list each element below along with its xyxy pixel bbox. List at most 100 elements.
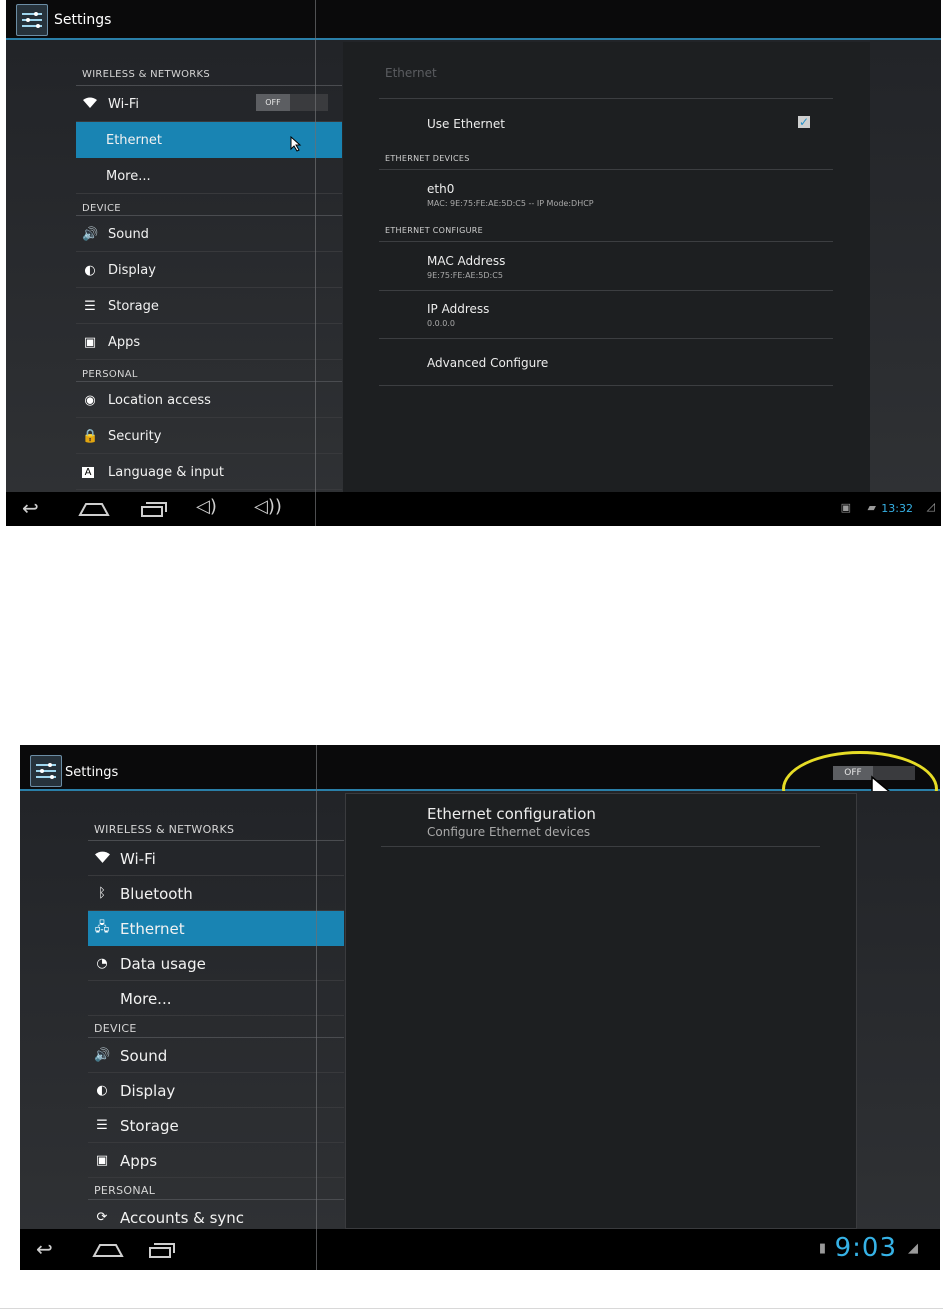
- section-header-device: DEVICE: [88, 1016, 344, 1038]
- divider: [379, 241, 833, 242]
- advanced-configure-row[interactable]: Advanced Configure: [427, 356, 548, 370]
- app-title: Settings: [54, 12, 112, 28]
- brightness-icon: ◐: [96, 1083, 108, 1098]
- ip-address-title: IP Address: [427, 302, 490, 316]
- use-ethernet-label: Use Ethernet: [427, 117, 505, 131]
- advanced-configure-label: Advanced Configure: [427, 356, 549, 370]
- sidebar-item-ethernet[interactable]: 🖧 Ethernet: [88, 911, 344, 946]
- mouse-cursor-icon: [290, 136, 302, 152]
- sidebar-item-label: Storage: [120, 1116, 179, 1135]
- recent-apps-icon[interactable]: [140, 501, 168, 517]
- ethernet-configuration-title: Ethernet configuration: [427, 805, 596, 823]
- settings-app-icon[interactable]: [30, 755, 62, 787]
- sidebar-item-storage[interactable]: ☰ Storage: [88, 1108, 344, 1143]
- ethernet-configuration-row[interactable]: Ethernet configuration Configure Etherne…: [427, 805, 596, 839]
- sidebar-item-bluetooth[interactable]: ᛒ Bluetooth: [88, 876, 344, 911]
- screenshot-ethernet-configuration: Settings OFF WIRELESS & NETWORKS Wi-Fi ᛒ…: [20, 745, 940, 1270]
- ethernet-detail-pane: Ethernet configuration Configure Etherne…: [345, 793, 857, 1229]
- sidebar-item-label: Display: [108, 262, 156, 278]
- use-ethernet-row[interactable]: Use Ethernet: [427, 117, 505, 131]
- detail-title: Ethernet: [385, 66, 437, 80]
- sidebar-item-security[interactable]: 🔒 Security: [76, 418, 342, 454]
- toggle-state: OFF: [256, 94, 290, 111]
- system-nav-bar: ↩ ◁) ◁)) ▣ ▰ 13:32 ◿: [6, 492, 941, 526]
- eth0-row[interactable]: eth0 MAC: 9E:75:FE:AE:5D:C5 -- IP Mode:D…: [427, 182, 594, 208]
- eth0-subtitle: MAC: 9E:75:FE:AE:5D:C5 -- IP Mode:DHCP: [427, 199, 594, 208]
- sidebar-item-label: Apps: [108, 334, 141, 350]
- divider: [379, 338, 833, 339]
- ethernet-icon: 🖧: [94, 919, 110, 935]
- divider: [379, 169, 833, 170]
- sidebar-item-location[interactable]: ◉ Location access: [76, 382, 342, 418]
- sidebar-item-label: Ethernet: [106, 132, 162, 148]
- sidebar-item-apps[interactable]: ▣ Apps: [88, 1143, 344, 1178]
- sidebar-item-display[interactable]: ◐ Display: [76, 252, 342, 288]
- signal-icon: ◢: [908, 1241, 918, 1256]
- section-ethernet-devices: ETHERNET DEVICES: [385, 154, 470, 163]
- divider: [379, 385, 833, 386]
- sidebar-item-sound[interactable]: 🔊 Sound: [76, 216, 342, 252]
- speaker-icon: 🔊: [94, 1048, 111, 1063]
- storage-icon: ☰: [96, 1118, 108, 1133]
- sidebar-item-data-usage[interactable]: ◔ Data usage: [88, 946, 344, 981]
- sidebar-item-display[interactable]: ◐ Display: [88, 1073, 344, 1108]
- status-clock: 13:32: [881, 502, 913, 515]
- mac-address-value: 9E:75:FE:AE:5D:C5: [427, 271, 503, 280]
- sidebar-item-label: Wi-Fi: [120, 849, 156, 868]
- ip-address-row[interactable]: IP Address 0.0.0.0: [427, 302, 489, 328]
- sidebar-item-apps[interactable]: ▣ Apps: [76, 324, 342, 360]
- sidebar-item-label: Sound: [108, 226, 149, 242]
- recent-apps-icon[interactable]: [148, 1242, 176, 1258]
- sidebar-item-label: Storage: [108, 298, 159, 314]
- back-icon[interactable]: ↩: [22, 496, 39, 520]
- sidebar-item-label: Apps: [120, 1151, 158, 1170]
- home-icon[interactable]: [92, 1242, 124, 1258]
- home-icon[interactable]: [78, 501, 110, 517]
- use-ethernet-checkbox[interactable]: ✓: [798, 116, 810, 128]
- divider: [379, 290, 833, 291]
- sidebar-item-wifi[interactable]: Wi-Fi: [88, 841, 344, 876]
- action-bar: Settings OFF: [20, 745, 940, 827]
- apps-icon: ▣: [95, 1153, 109, 1168]
- mac-address-row[interactable]: MAC Address 9E:75:FE:AE:5D:C5: [427, 254, 505, 280]
- overlay-guide-line: [316, 745, 317, 1270]
- sidebar-item-sound[interactable]: 🔊 Sound: [88, 1038, 344, 1073]
- system-nav-bar: ↩ ▮ 9:03 ◢: [20, 1229, 940, 1270]
- ethernet-detail-pane: Ethernet Use Ethernet ✓ ETHERNET DEVICES…: [343, 42, 870, 492]
- sidebar-item-ethernet[interactable]: Ethernet: [76, 122, 342, 158]
- apps-icon: ▣: [83, 334, 97, 350]
- wifi-icon: [94, 851, 110, 867]
- eth0-title: eth0: [427, 182, 455, 196]
- sidebar-item-wifi[interactable]: Wi-Fi OFF: [76, 86, 342, 122]
- bluetooth-icon: ᛒ: [98, 886, 106, 901]
- ip-address-value: 0.0.0.0: [427, 319, 455, 328]
- sidebar-item-label: Language & input: [108, 464, 224, 480]
- sidebar-item-label: Accounts & sync: [120, 1208, 245, 1227]
- settings-sidebar: WIRELESS & NETWORKS Wi-Fi ᛒ Bluetooth 🖧 …: [88, 791, 344, 1235]
- sidebar-item-label: Data usage: [120, 954, 206, 973]
- signal-icon: ◿: [926, 500, 935, 513]
- sidebar-item-label: Display: [120, 1081, 176, 1100]
- sidebar-item-more[interactable]: More...: [88, 981, 344, 1016]
- sidebar-item-language[interactable]: A Language & input: [76, 454, 342, 490]
- volume-up-icon[interactable]: ◁)): [254, 496, 282, 517]
- overlay-guide-line: [315, 0, 316, 526]
- settings-app-icon[interactable]: [16, 4, 48, 36]
- brightness-icon: ◐: [84, 262, 96, 278]
- volume-down-icon[interactable]: ◁): [196, 496, 217, 517]
- section-header-personal: PERSONAL: [76, 360, 342, 382]
- storage-icon: ☰: [84, 298, 96, 314]
- section-header-wireless: WIRELESS & NETWORKS: [76, 64, 342, 86]
- location-icon: ◉: [84, 392, 96, 408]
- sidebar-item-more[interactable]: More...: [76, 158, 342, 194]
- back-icon[interactable]: ↩: [36, 1237, 53, 1261]
- sidebar-item-label: Ethernet: [120, 919, 185, 938]
- sd-card-icon: ▮: [818, 1241, 826, 1256]
- sidebar-item-storage[interactable]: ☰ Storage: [76, 288, 342, 324]
- keyboard-a-icon: A: [82, 466, 94, 478]
- wifi-toggle[interactable]: OFF: [256, 94, 328, 111]
- settings-content: WIRELESS & NETWORKS Wi-Fi ᛒ Bluetooth 🖧 …: [20, 791, 940, 1235]
- ethernet-configuration-subtitle: Configure Ethernet devices: [427, 825, 591, 839]
- section-header-device: DEVICE: [76, 194, 342, 216]
- mac-address-title: MAC Address: [427, 254, 506, 268]
